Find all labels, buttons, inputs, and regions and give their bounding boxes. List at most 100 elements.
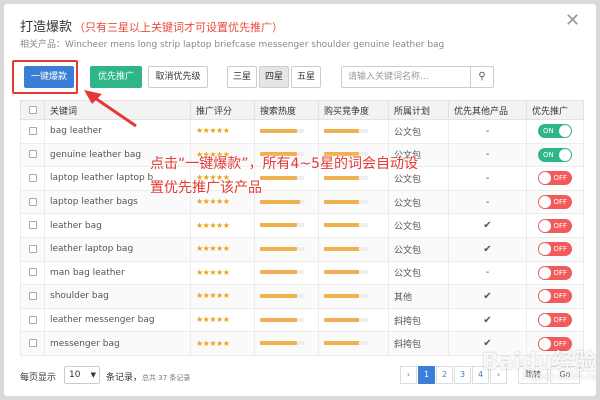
keyword-cell: leather bag — [44, 213, 191, 238]
keyword-cell: shoulder bag — [44, 284, 191, 309]
plan-cell: 公文包 — [388, 119, 449, 144]
row-checkbox[interactable] — [20, 260, 45, 286]
row-checkbox[interactable] — [20, 236, 45, 262]
other-cell: - — [448, 166, 527, 191]
other-cell: - — [448, 189, 527, 215]
other-cell: ✔ — [448, 284, 527, 309]
select-all-checkbox[interactable] — [20, 100, 45, 120]
priority-cell: OFF — [526, 260, 584, 286]
keyword-cell: leather messenger bag — [44, 307, 191, 333]
priority-toggle[interactable]: OFF — [538, 265, 572, 280]
score-cell: ★★★★★ — [190, 213, 255, 238]
priority-cell: ON — [526, 142, 584, 168]
competition-bar — [324, 317, 360, 322]
page-prev[interactable]: ‹ — [400, 366, 417, 384]
page-2[interactable]: 2 — [436, 366, 453, 384]
table-row: leather laptop bag ★★★★★ 公文包 ✔ OFF — [20, 236, 584, 262]
keyword-dialog: 打造爆款 （只有三星以上关键词才可设置优先推广） 相关产品：Wincheer me… — [4, 4, 596, 396]
priority-toggle[interactable]: OFF — [538, 289, 572, 304]
row-checkbox[interactable] — [20, 213, 45, 238]
star-rating-icon: ★★★★★ — [196, 244, 230, 254]
heat-bar — [260, 246, 298, 251]
filter-four-star[interactable]: 四星 — [259, 66, 289, 88]
row-checkbox[interactable] — [20, 142, 45, 168]
row-checkbox[interactable] — [20, 166, 45, 191]
per-page-label: 每页显示 — [20, 373, 57, 383]
priority-button[interactable]: 优先推广 — [90, 66, 142, 88]
page-3[interactable]: 3 — [454, 366, 471, 384]
heat-bar — [260, 293, 298, 298]
star-rating-icon: ★★★★★ — [196, 315, 230, 325]
heat-cell — [254, 213, 319, 238]
col-other: 优先其他产品 — [448, 100, 527, 120]
star-rating-icon: ★★★★★ — [196, 338, 230, 348]
competition-bar — [324, 293, 360, 298]
watermark-logo: Baidu经验jingyan.baidu.com — [482, 350, 596, 382]
per-page-select[interactable]: 10 ▼ — [64, 366, 100, 384]
priority-toggle[interactable]: OFF — [538, 242, 572, 257]
priority-toggle[interactable]: ON — [538, 147, 572, 162]
table-row: shoulder bag ★★★★★ 其他 ✔ OFF — [20, 284, 584, 309]
search-input[interactable]: 请输入关键词名称... — [341, 66, 471, 88]
other-cell: ✔ — [448, 236, 527, 262]
plan-cell: 斜挎包 — [388, 331, 449, 356]
filter-three-star[interactable]: 三星 — [227, 66, 257, 88]
table-row: leather messenger bag ★★★★★ 斜挎包 ✔ OFF — [20, 307, 584, 333]
col-competition: 购买竞争度 — [318, 100, 389, 120]
dialog-title-hint: （只有三星以上关键词才可设置优先推广） — [74, 21, 284, 34]
keyword-table: 关键词 推广评分 搜索热度 购买竞争度 所属计划 优先其他产品 优先推广 bag… — [20, 100, 584, 356]
priority-toggle[interactable]: OFF — [538, 313, 572, 328]
priority-cell: OFF — [526, 236, 584, 262]
col-heat: 搜索热度 — [254, 100, 319, 120]
filter-five-star[interactable]: 五星 — [291, 66, 321, 88]
annotation-text: 点击“一键爆款”，所有4~5星的词会自动设置优先推广该产品 — [150, 156, 419, 196]
page-1[interactable]: 1 — [418, 366, 435, 384]
other-cell: ✔ — [448, 213, 527, 238]
priority-toggle[interactable]: ON — [538, 124, 572, 139]
competition-bar — [324, 199, 360, 204]
competition-bar — [324, 270, 360, 275]
score-cell: ★★★★★ — [190, 307, 255, 333]
table-row: man bag leather ★★★★★ 公文包 - OFF — [20, 260, 584, 286]
total-records: 总共 37 条记录 — [142, 374, 191, 382]
star-rating-icon: ★★★★★ — [196, 220, 230, 230]
priority-toggle[interactable]: OFF — [538, 171, 572, 186]
search-icon[interactable]: ⚲ — [470, 66, 494, 88]
toolbar: 一键爆款 优先推广 取消优先级 三星 四星 五星 请输入关键词名称... ⚲ — [20, 66, 580, 88]
heat-bar — [260, 128, 298, 133]
competition-bar — [324, 246, 360, 251]
priority-cell: ON — [526, 119, 584, 144]
priority-toggle[interactable]: OFF — [538, 195, 572, 210]
cancel-priority-button[interactable]: 取消优先级 — [148, 66, 208, 88]
score-cell: ★★★★★ — [190, 119, 255, 144]
row-checkbox[interactable] — [20, 284, 45, 309]
competition-cell — [318, 236, 389, 262]
other-cell: - — [448, 260, 527, 286]
row-checkbox[interactable] — [20, 189, 45, 215]
row-checkbox[interactable] — [20, 307, 45, 333]
priority-cell: OFF — [526, 213, 584, 238]
heat-cell — [254, 236, 319, 262]
heat-cell — [254, 260, 319, 286]
heat-bar — [260, 270, 298, 275]
one-click-button[interactable]: 一键爆款 — [24, 66, 74, 88]
dialog-title-text: 打造爆款 — [20, 20, 73, 35]
row-checkbox[interactable] — [20, 331, 45, 356]
score-cell: ★★★★★ — [190, 236, 255, 262]
row-checkbox[interactable] — [20, 119, 45, 144]
priority-cell: OFF — [526, 284, 584, 309]
plan-cell: 公文包 — [388, 213, 449, 238]
keyword-cell: man bag leather — [44, 260, 191, 286]
competition-bar — [324, 223, 360, 228]
competition-cell — [318, 331, 389, 356]
arrow-icon — [84, 90, 137, 128]
close-icon[interactable]: ✕ — [565, 10, 580, 31]
priority-cell: OFF — [526, 166, 584, 191]
plan-cell: 公文包 — [388, 260, 449, 286]
other-cell: - — [448, 119, 527, 144]
star-rating-icon: ★★★★★ — [196, 126, 230, 136]
competition-bar — [324, 341, 360, 346]
priority-toggle[interactable]: OFF — [538, 218, 572, 233]
heat-cell — [254, 307, 319, 333]
competition-cell — [318, 284, 389, 309]
